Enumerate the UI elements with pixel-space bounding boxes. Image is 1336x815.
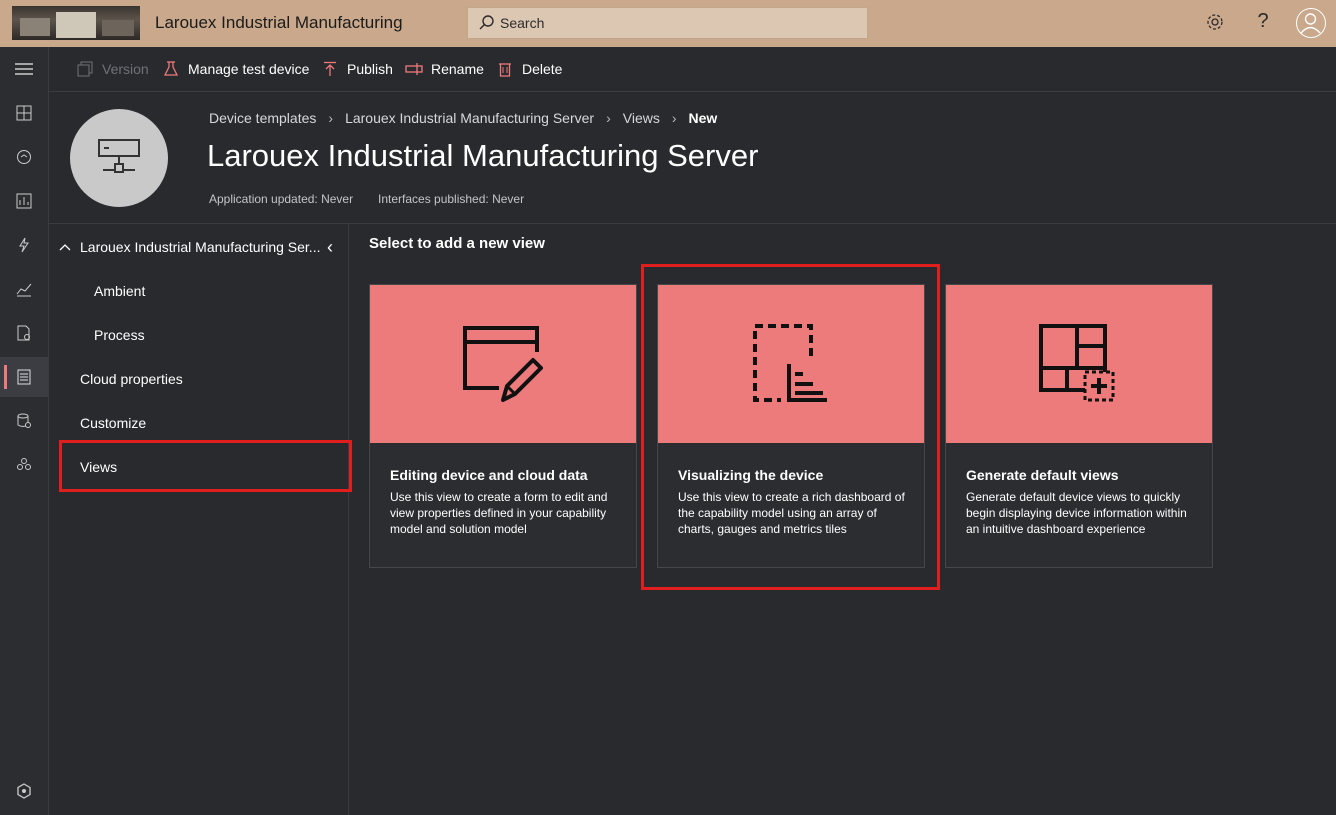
card-description: Use this view to create a form to edit a… <box>390 490 608 536</box>
collapse-chevron-icon[interactable]: ‹ <box>327 237 333 258</box>
version-button: Version <box>76 60 149 78</box>
template-nav: Larouex Industrial Manufacturing Ser... … <box>49 224 349 815</box>
card-visualizing-device[interactable]: Visualizing the device Use this view to … <box>657 284 925 568</box>
nav-item-customize[interactable]: Customize <box>80 415 146 431</box>
chart-icon[interactable] <box>0 269 48 309</box>
command-bar: Version Manage test device Publish Renam… <box>49 47 1336 92</box>
search-input[interactable]: Search <box>467 7 868 39</box>
chevron-up-icon <box>59 244 71 251</box>
chevron-right-icon: › <box>671 110 677 126</box>
rename-icon <box>405 60 423 78</box>
device-template-avatar <box>70 109 168 207</box>
breadcrumb-item-template[interactable]: Larouex Industrial Manufacturing Server <box>345 110 594 126</box>
help-icon[interactable]: ? <box>1251 10 1275 34</box>
server-icon <box>98 139 140 173</box>
upload-icon <box>321 60 339 78</box>
nav-root-item[interactable]: Larouex Industrial Manufacturing Ser... <box>59 239 320 255</box>
tiles-add-icon <box>1039 324 1115 402</box>
device-templates-icon[interactable] <box>0 357 48 397</box>
dashboard-chart-icon <box>753 324 827 402</box>
trash-icon <box>496 60 514 78</box>
card-generate-default-views[interactable]: Generate default views Generate default … <box>945 284 1213 568</box>
app-logo[interactable] <box>12 6 140 40</box>
jobs-icon[interactable] <box>0 313 48 353</box>
chevron-right-icon: › <box>606 110 611 126</box>
analytics-icon[interactable] <box>0 181 48 221</box>
devices-icon[interactable] <box>0 137 48 177</box>
card-title: Visualizing the device <box>678 467 824 483</box>
settings-hex-icon[interactable] <box>0 771 48 811</box>
chevron-right-icon: › <box>328 110 334 126</box>
left-rail <box>0 47 49 815</box>
page-header: Device templates › Larouex Industrial Ma… <box>49 92 1336 224</box>
hamburger-icon[interactable] <box>0 49 48 89</box>
card-art <box>658 285 924 443</box>
section-title: Select to add a new view <box>369 235 545 252</box>
data-export-icon[interactable] <box>0 401 48 441</box>
card-title: Editing device and cloud data <box>390 467 588 483</box>
card-editing-device[interactable]: Editing device and cloud data Use this v… <box>369 284 637 568</box>
breadcrumb-current: New <box>688 110 718 126</box>
interfaces-published-text: Interfaces published: Never <box>378 192 525 206</box>
card-art <box>370 285 636 443</box>
search-placeholder: Search <box>500 15 545 31</box>
card-description: Use this view to create a rich dashboard… <box>678 490 905 536</box>
rename-button[interactable]: Rename <box>405 60 484 78</box>
delete-button[interactable]: Delete <box>496 60 562 78</box>
avatar[interactable] <box>1296 8 1326 38</box>
card-art <box>946 285 1212 443</box>
nav-item-cloud-properties[interactable]: Cloud properties <box>80 371 183 387</box>
users-icon[interactable] <box>0 445 48 485</box>
form-edit-icon <box>463 326 543 402</box>
card-title: Generate default views <box>966 467 1119 483</box>
breadcrumb-item-views[interactable]: Views <box>623 110 660 126</box>
views-highlight-box <box>59 440 352 492</box>
nav-item-ambient[interactable]: Ambient <box>94 283 145 299</box>
app-title[interactable]: Larouex Industrial Manufacturing <box>155 13 403 33</box>
breadcrumb: Device templates › Larouex Industrial Ma… <box>209 110 717 126</box>
publish-button[interactable]: Publish <box>321 60 393 78</box>
gear-icon[interactable] <box>1203 12 1227 36</box>
dashboard-icon[interactable] <box>0 93 48 133</box>
top-bar: Larouex Industrial Manufacturing Search … <box>0 0 1336 47</box>
rules-icon[interactable] <box>0 225 48 265</box>
copy-icon <box>76 60 94 78</box>
application-updated-text: Application updated: Never <box>209 192 354 206</box>
flask-icon <box>162 60 180 78</box>
nav-item-process[interactable]: Process <box>94 327 145 343</box>
manage-test-device-button[interactable]: Manage test device <box>162 60 309 78</box>
card-description: Generate default device views to quickly… <box>966 490 1187 536</box>
search-icon <box>479 15 494 30</box>
breadcrumb-item-device-templates[interactable]: Device templates <box>209 110 316 126</box>
page-title: Larouex Industrial Manufacturing Server <box>207 138 759 173</box>
